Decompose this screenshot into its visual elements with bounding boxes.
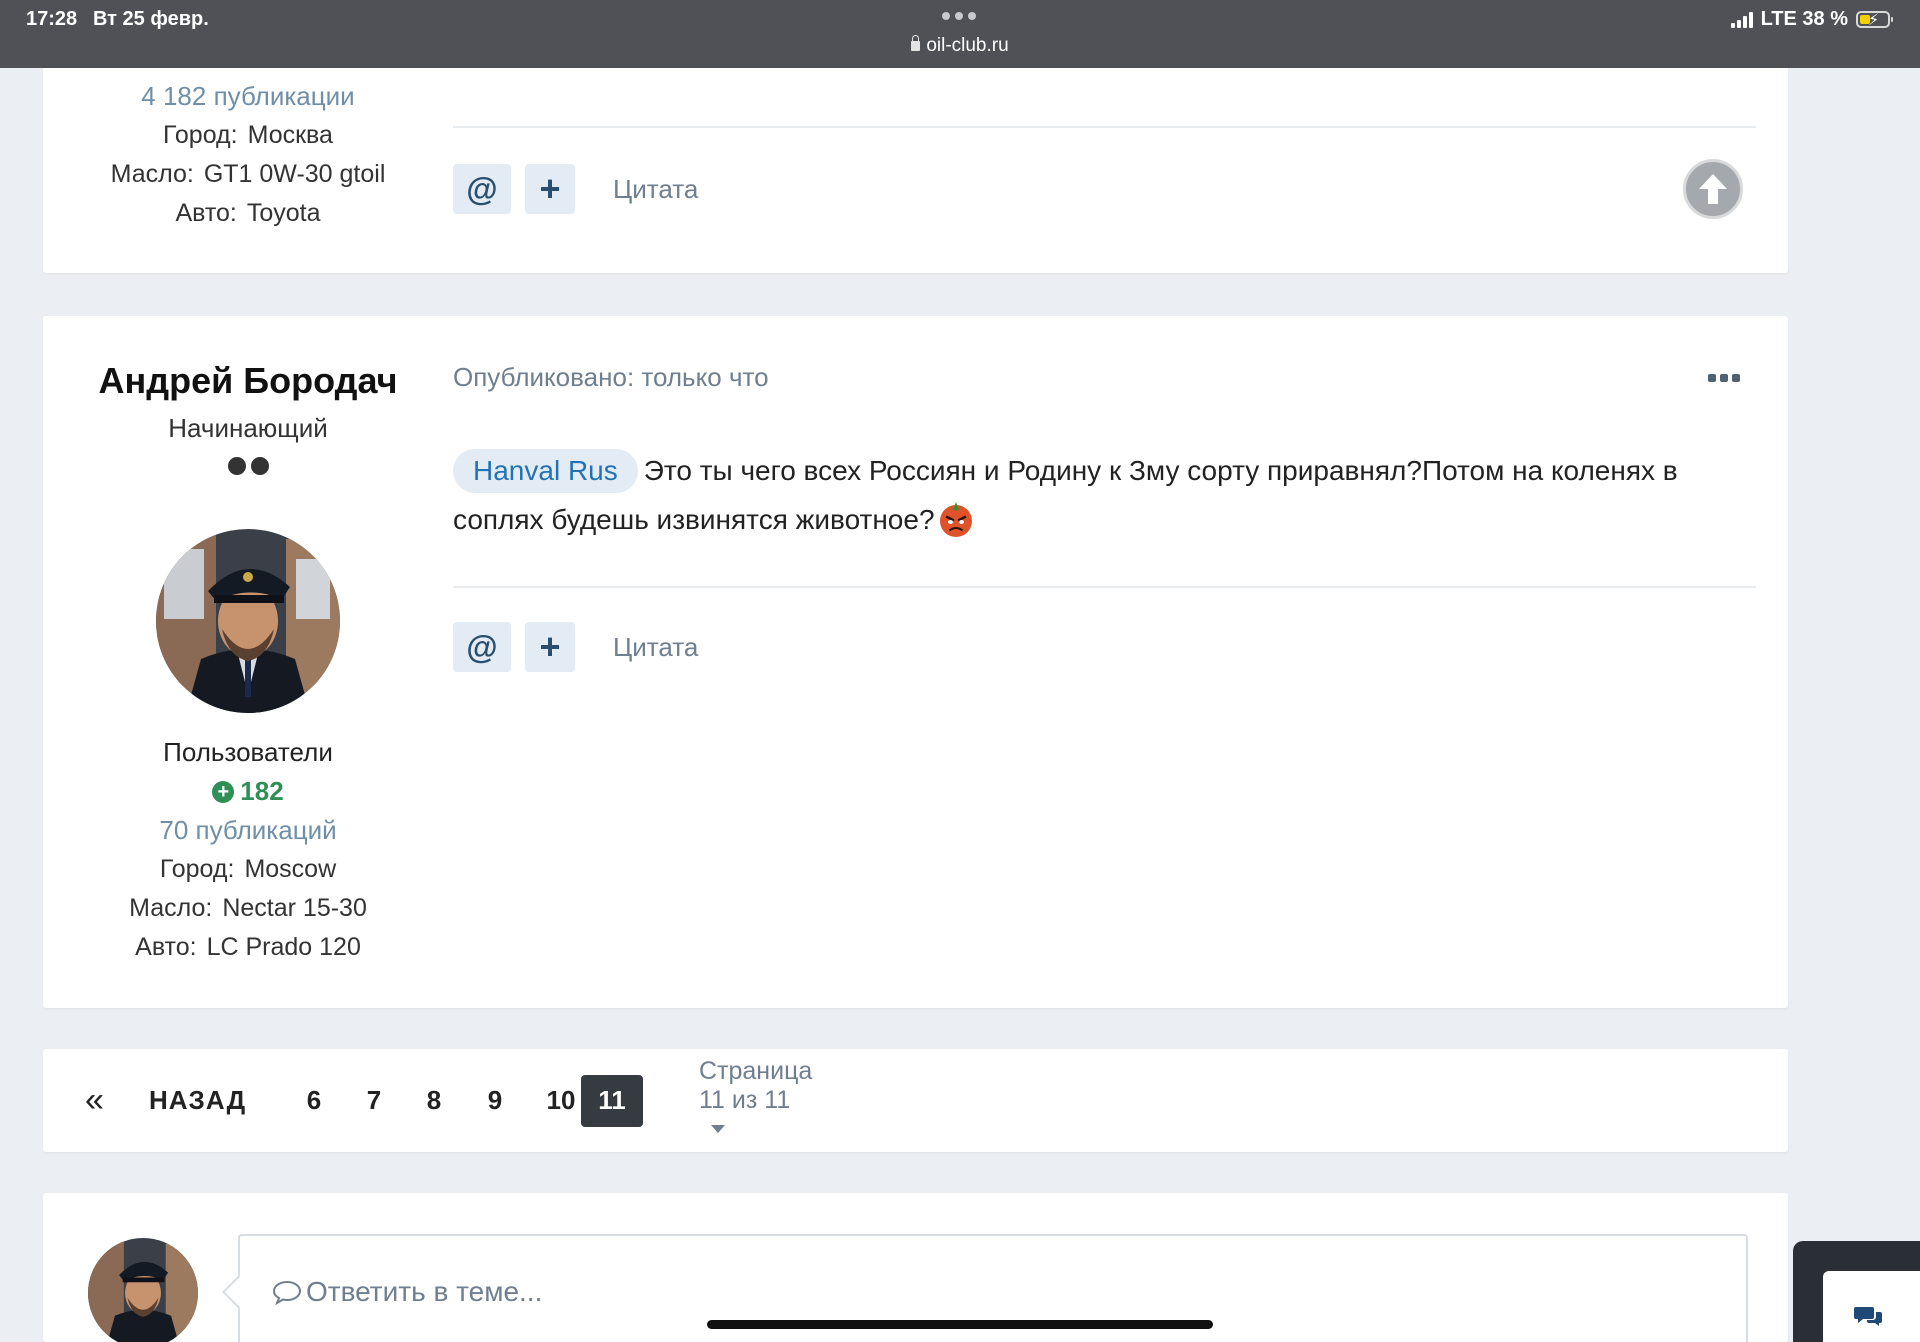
scroll-to-top-button[interactable]: [1683, 159, 1743, 219]
prev-page-button[interactable]: НАЗАД: [149, 1085, 246, 1116]
address-bar[interactable]: oil-club.ru: [0, 35, 1920, 57]
mention-button[interactable]: @: [453, 164, 511, 214]
multiquote-button[interactable]: +: [525, 622, 575, 672]
url-text: oil-club.ru: [926, 35, 1009, 56]
page-link[interactable]: 7: [354, 1085, 394, 1116]
pagination: « НАЗАД 6 7 8 9 10 11 Страница 11 из 11: [43, 1049, 1788, 1152]
author-reputation: + 182: [43, 772, 453, 811]
author-name[interactable]: Андрей Бородач: [43, 353, 453, 409]
reply-placeholder: Ответить в теме...: [272, 1276, 542, 1308]
home-indicator: [707, 1320, 1213, 1329]
prev-author-posts-link[interactable]: 4 182 публикации: [43, 77, 453, 116]
lock-icon: [911, 35, 921, 51]
chat-icon: [1854, 1307, 1882, 1326]
date: Вт 25 февр.: [93, 8, 209, 30]
author-rank: Начинающий: [168, 413, 328, 443]
current-user-avatar: [88, 1238, 198, 1342]
prev-author-oil: Масло: GT1 0W-30 gtoil: [110, 160, 386, 188]
arrow-up-icon: [1699, 174, 1727, 204]
page-link[interactable]: 9: [475, 1085, 515, 1116]
mention-button[interactable]: @: [453, 622, 511, 672]
post: Андрей Бородач Начинающий Пользователи +…: [43, 316, 1788, 1008]
post-actions: @ + Цитата: [453, 622, 698, 672]
floating-chat-widget[interactable]: [1793, 1241, 1920, 1342]
caret-down-icon: [711, 1125, 725, 1133]
author-info: Андрей Бородач Начинающий Пользователи +…: [43, 316, 453, 967]
author-oil: Масло: Nectar 15-30: [129, 894, 367, 922]
tab-menu-dots-icon[interactable]: [942, 12, 976, 20]
page-jump-dropdown[interactable]: Страница 11 из 11: [699, 1057, 812, 1144]
previous-post: 4 182 публикации Город: Москва Масло: GT1 …: [43, 68, 1788, 273]
rank-pips: [43, 457, 453, 477]
page-link[interactable]: 10: [541, 1085, 581, 1116]
author-avatar[interactable]: [156, 529, 340, 713]
battery-icon: ⚡: [1856, 11, 1893, 29]
current-page[interactable]: 11: [581, 1074, 643, 1127]
page-link[interactable]: 6: [294, 1085, 334, 1116]
post-date[interactable]: Опубликовано: только что: [453, 362, 769, 393]
author-car: Авто: LC Prado 120: [135, 933, 361, 961]
prev-post-actions: @ + Цитата: [453, 164, 698, 214]
page-link[interactable]: 8: [414, 1085, 454, 1116]
network-text: LTE 38 %: [1760, 8, 1848, 30]
prev-author-city: Город: Москва: [163, 121, 333, 149]
prev-author-info: 4 182 публикации Город: Москва Масло: GT1 …: [43, 77, 453, 233]
quote-button[interactable]: Цитата: [613, 174, 698, 205]
clock: 17:28: [26, 8, 78, 30]
author-posts-link[interactable]: 70 публикаций: [43, 811, 453, 850]
status-indicators: LTE 38 % ⚡: [1730, 8, 1893, 31]
divider: [453, 126, 1756, 128]
divider: [453, 586, 1756, 588]
user-mention[interactable]: Hanval Rus: [453, 449, 638, 493]
angry-tomato-emoji-icon: [939, 502, 972, 537]
first-page-button[interactable]: «: [85, 1081, 104, 1120]
author-group: Пользователи: [163, 737, 333, 767]
post-content: Hanval Rus Это ты чего всех Россиян и Род…: [453, 446, 1763, 544]
status-bar: 17:28 Вт 25 февр. oil-club.ru LTE 38 % ⚡: [0, 0, 1920, 68]
prev-author-car: Авто: Toyota: [175, 199, 321, 227]
signal-icon: [1730, 11, 1753, 28]
plus-circle-icon: +: [212, 780, 235, 803]
more-options-icon[interactable]: [1708, 374, 1740, 382]
comment-icon: [272, 1280, 302, 1306]
quote-button[interactable]: Цитата: [613, 632, 698, 663]
author-city: Город: Moscow: [159, 855, 337, 883]
multiquote-button[interactable]: +: [525, 164, 575, 214]
